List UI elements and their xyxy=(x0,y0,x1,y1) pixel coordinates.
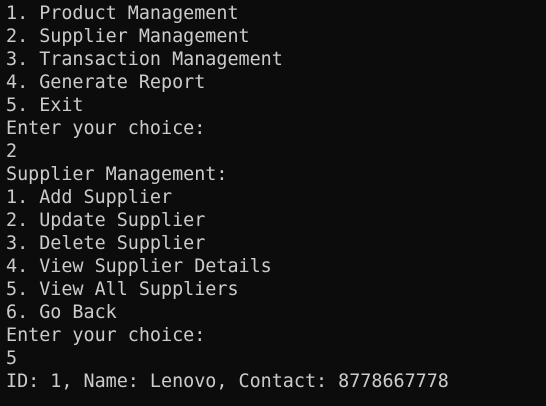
submenu-title: Supplier Management: xyxy=(6,164,228,185)
user-input: 5 xyxy=(6,348,18,369)
submenu-item-go-back: 6. Go Back xyxy=(6,302,117,323)
menu-item-generate-report: 4. Generate Report xyxy=(6,72,206,93)
user-input: 2 xyxy=(6,141,18,162)
choice-prompt: Enter your choice: xyxy=(6,118,206,139)
menu-item-exit: 5. Exit xyxy=(6,95,84,116)
submenu-item-update-supplier: 2. Update Supplier xyxy=(6,210,206,231)
submenu-item-add-supplier: 1. Add Supplier xyxy=(6,187,173,208)
supplier-record: ID: 1, Name: Lenovo, Contact: 8778667778 xyxy=(6,371,449,392)
menu-item-supplier-management: 2. Supplier Management xyxy=(6,26,250,47)
menu-item-transaction-management: 3. Transaction Management xyxy=(6,49,283,70)
submenu-item-view-supplier-details: 4. View Supplier Details xyxy=(6,256,272,277)
menu-item-product-management: 1. Product Management xyxy=(6,3,239,24)
submenu-item-view-all-suppliers: 5. View All Suppliers xyxy=(6,279,239,300)
submenu-item-delete-supplier: 3. Delete Supplier xyxy=(6,233,206,254)
terminal-output[interactable]: 1. Product Management 2. Supplier Manage… xyxy=(0,0,546,406)
choice-prompt: Enter your choice: xyxy=(6,325,206,346)
